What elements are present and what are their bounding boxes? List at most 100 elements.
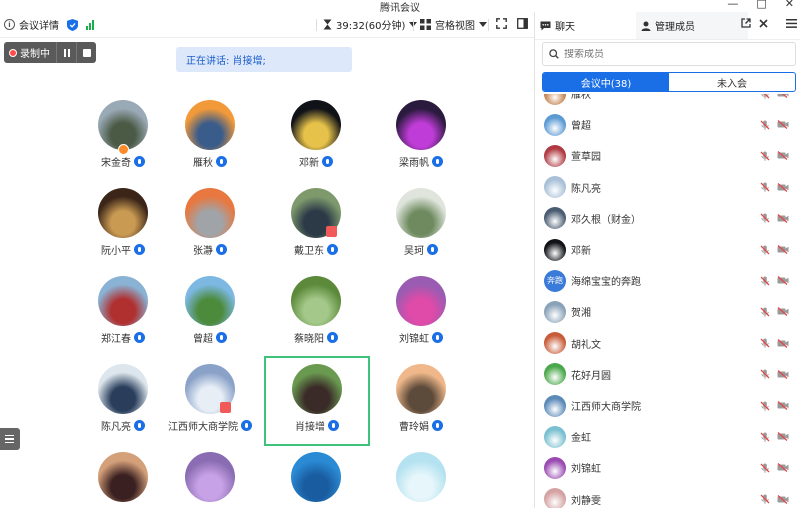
view-switch-button[interactable]: 宫格视图 xyxy=(420,17,487,32)
camera-off-icon[interactable] xyxy=(777,213,789,223)
member-row[interactable]: 花好月圆 xyxy=(535,359,800,390)
member-name: 金虹 xyxy=(571,433,591,445)
participant-avatar xyxy=(291,276,341,326)
member-avatar xyxy=(544,238,566,261)
view-label: 宫格视图 xyxy=(435,21,475,32)
member-row[interactable]: 金虹 xyxy=(535,421,800,452)
member-name: 江西师大商学院 xyxy=(571,402,641,413)
mic-off-icon[interactable] xyxy=(760,463,770,473)
camera-off-icon[interactable] xyxy=(777,151,789,161)
participant-tile[interactable]: 曾超 xyxy=(158,268,262,352)
mic-off-icon[interactable] xyxy=(760,401,770,411)
mic-off-icon[interactable] xyxy=(760,432,770,442)
camera-off-icon[interactable] xyxy=(777,494,789,504)
maximize-icon[interactable]: □ xyxy=(756,0,766,10)
mic-off-icon[interactable] xyxy=(760,245,770,255)
member-name: 海绵宝宝的奔跑 xyxy=(571,277,641,289)
meeting-timer[interactable]: 39:32(60分钟) xyxy=(323,17,418,32)
camera-off-icon[interactable] xyxy=(777,432,789,442)
mic-off-icon[interactable] xyxy=(760,369,770,380)
member-row[interactable]: 奔跑 海绵宝宝的奔跑 xyxy=(535,265,800,296)
participant-tile[interactable]: 邓新 xyxy=(264,92,368,176)
network-signal-icon[interactable] xyxy=(86,19,94,30)
participant-tile[interactable]: 戴卫东 xyxy=(264,180,368,264)
meeting-info-label: 会议详情 xyxy=(19,21,59,32)
participant-tile[interactable]: 梁雨帆 xyxy=(369,92,473,176)
sidebar-toggle-icon[interactable] xyxy=(517,18,528,29)
member-row[interactable]: 刘静雯 xyxy=(535,484,800,508)
participant-tile[interactable]: 江西师大商学院 xyxy=(158,356,262,440)
chevron-down-icon xyxy=(479,21,487,27)
mic-off-icon[interactable] xyxy=(760,182,770,192)
mic-off-icon[interactable] xyxy=(760,94,770,99)
member-row[interactable]: 邓久根（财金） xyxy=(535,203,800,234)
mic-on-icon xyxy=(216,156,227,167)
member-row[interactable]: 萱草园 xyxy=(535,140,800,171)
recording-status[interactable]: 录制中 xyxy=(4,42,56,63)
camera-off-icon[interactable] xyxy=(777,307,789,317)
participant-tile[interactable]: 肖接增 xyxy=(264,356,370,446)
member-row[interactable]: 胡礼文 xyxy=(535,328,800,359)
meeting-info-button[interactable]: i 会议详情 xyxy=(4,17,59,32)
participant-tile[interactable]: 刘锦虹 xyxy=(369,268,473,352)
grid-view-icon xyxy=(420,19,431,30)
mic-off-icon[interactable] xyxy=(760,213,770,224)
participant-tile[interactable]: 蔡晓阳 xyxy=(264,268,368,352)
minimize-icon[interactable]: — xyxy=(727,0,738,10)
shield-icon[interactable] xyxy=(67,18,78,31)
pause-recording-button[interactable] xyxy=(56,42,76,63)
mic-off-icon[interactable] xyxy=(760,307,770,317)
participant-tile[interactable]: 雁秋 xyxy=(158,92,262,176)
hourglass-icon xyxy=(323,19,332,30)
participant-name: 曹玲娟 xyxy=(399,422,429,433)
mic-on-icon xyxy=(427,244,438,255)
tab-chat[interactable]: 聊天 xyxy=(535,12,636,39)
list-toggle-button[interactable] xyxy=(0,428,20,450)
member-row[interactable]: 邓新 xyxy=(535,234,800,265)
mic-on-icon xyxy=(432,156,443,167)
stop-recording-button[interactable] xyxy=(76,42,96,63)
member-row[interactable]: 雁秋 xyxy=(535,94,800,109)
camera-off-icon[interactable] xyxy=(777,182,789,192)
participant-name-bar: 蔡晓阳 xyxy=(264,330,368,345)
camera-off-icon[interactable] xyxy=(777,338,789,348)
participant-tile[interactable]: 曹玲娟 xyxy=(369,356,473,440)
camera-off-icon[interactable] xyxy=(777,94,789,98)
pop-out-icon[interactable] xyxy=(741,18,751,28)
mic-off-icon[interactable] xyxy=(760,276,770,286)
member-row[interactable]: 曾超 xyxy=(535,109,800,140)
camera-off-icon[interactable] xyxy=(777,463,789,473)
camera-off-icon[interactable] xyxy=(777,276,789,286)
member-row[interactable]: 江西师大商学院 xyxy=(535,390,800,421)
camera-off-icon[interactable] xyxy=(777,245,789,254)
search-input[interactable] xyxy=(564,48,764,60)
tab-members[interactable]: 管理成员 xyxy=(636,12,748,39)
close-panel-icon[interactable] xyxy=(759,18,768,28)
member-row[interactable]: 陈凡亮 xyxy=(535,172,800,203)
fullscreen-icon[interactable] xyxy=(496,18,507,29)
participant-avatar xyxy=(396,100,446,150)
tab-not-joined[interactable]: 未入会 xyxy=(669,73,795,91)
mic-off-icon[interactable] xyxy=(760,120,770,130)
participant-tile[interactable]: 吴珂 xyxy=(369,180,473,264)
stop-icon xyxy=(82,48,91,57)
mic-off-icon[interactable] xyxy=(760,338,770,348)
mic-off-icon[interactable] xyxy=(760,494,770,504)
camera-off-icon[interactable] xyxy=(777,401,789,410)
mic-off-icon[interactable] xyxy=(760,151,770,161)
info-icon: i xyxy=(4,19,15,30)
menu-icon[interactable] xyxy=(786,18,797,28)
member-row[interactable]: 贺湘 xyxy=(535,296,800,327)
participant-tile[interactable] xyxy=(264,444,368,508)
participant-tile[interactable] xyxy=(158,444,262,508)
participant-tile[interactable] xyxy=(369,444,473,508)
participant-name: 梁雨帆 xyxy=(399,158,429,169)
tab-in-meeting[interactable]: 会议中(38) xyxy=(543,73,669,91)
close-icon[interactable]: ✕ xyxy=(785,0,794,10)
participant-tile[interactable]: 张瀞 xyxy=(158,180,262,264)
participant-name-bar: 梁雨帆 xyxy=(369,154,473,169)
participant-name: 戴卫东 xyxy=(294,246,324,257)
camera-off-icon[interactable] xyxy=(777,369,789,379)
camera-off-icon[interactable] xyxy=(777,120,789,130)
member-row[interactable]: 刘锦虹 xyxy=(535,452,800,483)
